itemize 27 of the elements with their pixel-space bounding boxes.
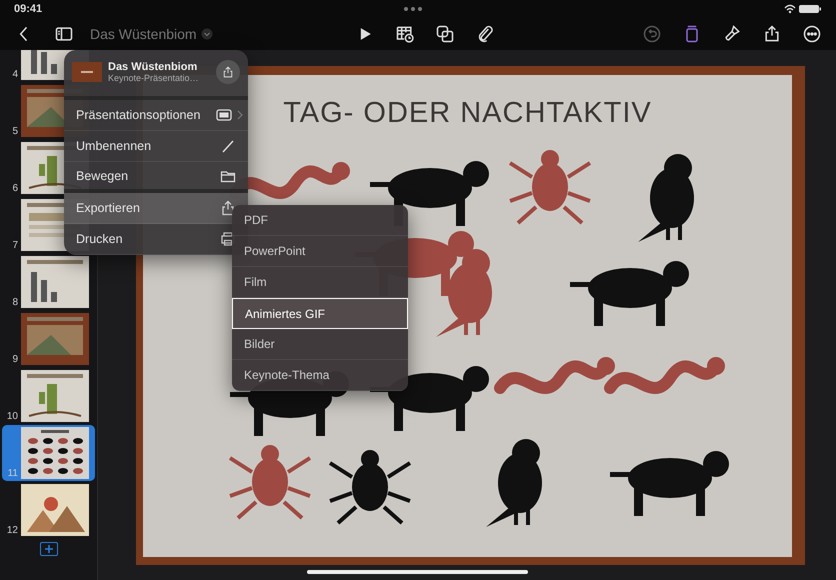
document-title[interactable]: Das Wüstenbiom [86, 26, 217, 42]
document-type: Keynote-Präsentatio… [108, 73, 199, 83]
menu-item[interactable]: Präsentationsoptionen [64, 100, 248, 131]
document-name: Das Wüstenbiom [108, 61, 198, 73]
slide-row[interactable]: 12 [2, 482, 95, 538]
slide-number: 6 [11, 183, 18, 194]
slide-number: 9 [11, 354, 18, 365]
slide-number: 7 [11, 240, 18, 251]
slide-row[interactable]: 8 [2, 254, 95, 310]
menu-item[interactable]: Bewegen [64, 162, 248, 193]
menu-item[interactable]: Umbenennen [64, 131, 248, 162]
slide-title: TAG- ODER NACHTAKTIV [283, 97, 652, 130]
clock: 09:41 [14, 3, 42, 15]
menu-item[interactable]: PowerPoint [232, 236, 408, 267]
menu-item[interactable]: PDF [232, 205, 408, 236]
menu-item[interactable]: Bilder [232, 329, 408, 360]
slide-number: 4 [11, 69, 18, 80]
menu-item[interactable]: Film [232, 267, 408, 298]
slide-number: 8 [11, 297, 18, 308]
slide-number: 5 [11, 126, 18, 137]
slide-number: 10 [6, 411, 18, 422]
menu-item[interactable]: Animiertes GIF [232, 298, 408, 329]
slide-row[interactable]: 9 [2, 311, 95, 367]
slide-number: 12 [6, 525, 18, 536]
slide-row[interactable]: 10 [2, 368, 95, 424]
slide-number: 11 [6, 468, 18, 479]
menu-item[interactable]: Keynote-Thema [232, 360, 408, 391]
